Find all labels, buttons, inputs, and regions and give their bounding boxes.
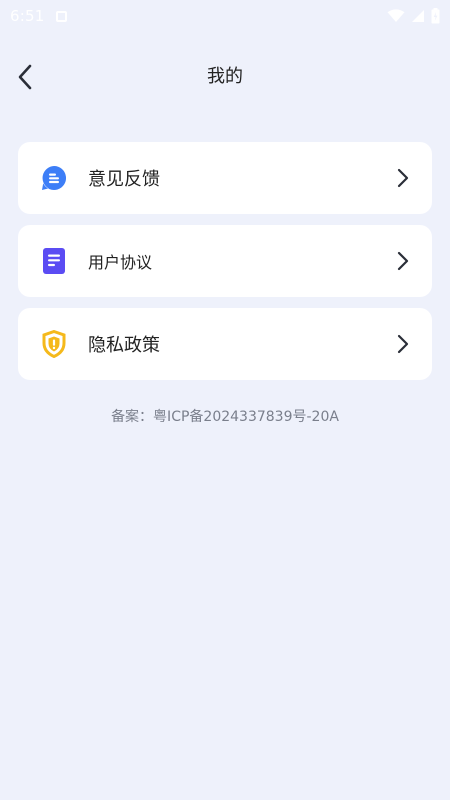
page-title: 我的 [207,66,243,87]
status-icons [387,8,440,24]
menu-item-user-agreement[interactable]: 用户协议 [18,225,432,297]
menu-item-feedback[interactable]: 意见反馈 [18,142,432,214]
notification-icon [56,10,68,22]
header: 我的 [0,52,450,102]
wifi-icon [387,9,405,22]
chevron-right-icon [396,251,410,271]
chevron-right-icon [396,334,410,354]
document-icon [40,247,68,275]
chevron-right-icon [396,168,410,188]
icp-record[interactable]: 备案：粤ICP备2024337839号-20A [0,406,450,426]
menu-item-label: 用户协议 [88,253,153,272]
menu-item-label: 隐私政策 [88,335,160,356]
menu-item-label: 意见反馈 [88,169,160,190]
status-time: 6:51 [10,7,45,25]
battery-icon [431,8,440,24]
cellular-signal-icon [412,10,424,22]
menu-item-privacy-policy[interactable]: 隐私政策 [18,308,432,380]
shield-icon [40,330,68,358]
status-bar: 6:51 [0,0,450,32]
feedback-icon [40,164,68,192]
